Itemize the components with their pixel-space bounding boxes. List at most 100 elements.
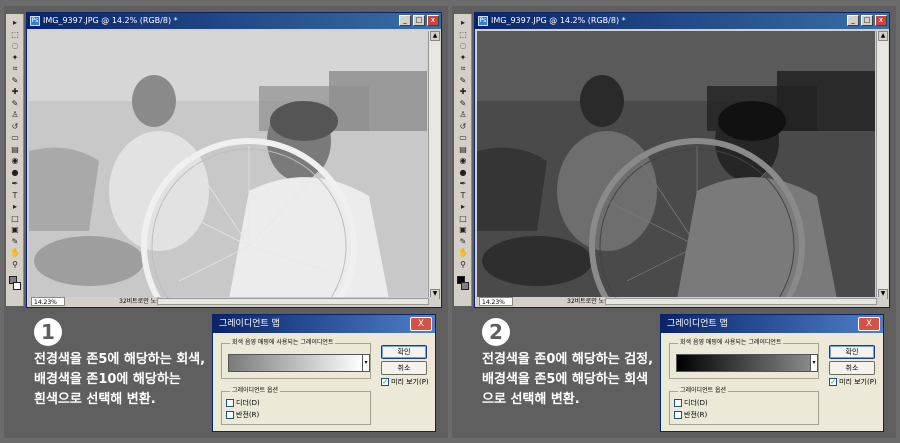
dither-checkbox[interactable] [674,399,682,407]
minimize-button[interactable]: _ [399,15,411,26]
panel-step-1: ▸ ⬚ ◌ ✦ ⌗ ✎ ✚ ✎ ♙ ↺ ▭ ▤ ◉ ● ✒ T ▸ □ ▣ ✎ ✋ ⚲ Ps IMG_9397.JPG @… [4,6,448,438]
background-color-swatch[interactable] [13,282,21,290]
hand-tool-icon[interactable]: ✋ [9,248,21,258]
zoom-level[interactable]: 14.23% [31,297,65,306]
lasso-tool-icon[interactable]: ◌ [9,41,21,51]
clone-stamp-tool-icon[interactable]: ♙ [457,110,469,120]
marquee-tool-icon[interactable]: ⬚ [9,30,21,40]
caption-line: 으로 선택해 변환. [482,392,580,407]
reverse-checkbox[interactable] [226,411,234,419]
cancel-button[interactable]: 취소 [829,361,875,375]
preview-option[interactable]: ✓ 미리 보기(P) [381,378,429,387]
gradient-dropdown-icon[interactable]: ▾ [810,354,818,372]
dialog-close-button[interactable]: X [858,317,880,331]
maximize-button[interactable]: □ [861,15,873,26]
magic-wand-tool-icon[interactable]: ✦ [9,53,21,63]
crop-tool-icon[interactable]: ⌗ [9,64,21,74]
dither-checkbox[interactable] [226,399,234,407]
blur-tool-icon[interactable]: ◉ [9,156,21,166]
close-button[interactable]: x [875,15,887,26]
crop-tool-icon[interactable]: ⌗ [457,64,469,74]
eyedropper2-tool-icon[interactable]: ✎ [9,237,21,247]
reverse-option[interactable]: 반전(R) [226,411,259,420]
reverse-checkbox[interactable] [674,411,682,419]
eyedropper-tool-icon[interactable]: ✎ [457,76,469,86]
eraser-tool-icon[interactable]: ▭ [9,133,21,143]
dialog-title-bar[interactable]: 그레이디언트 맵 X [661,315,883,333]
history-brush-tool-icon[interactable]: ↺ [457,122,469,132]
gradient-tool-icon[interactable]: ▤ [9,145,21,155]
gradient-dropdown-icon[interactable]: ▾ [362,354,370,372]
notes-tool-icon[interactable]: ▣ [9,225,21,235]
scroll-up-arrow-icon[interactable]: ▲ [430,31,440,41]
healing-brush-tool-icon[interactable]: ✚ [9,87,21,97]
gradient-group: 회색 음영 매핑에 사용되는 그레이디언트 ▾ [221,338,371,379]
path-selection-tool-icon[interactable]: ▸ [457,202,469,212]
pen-tool-icon[interactable]: ✒ [457,179,469,189]
step-number-badge: 2 [482,318,510,346]
notes-tool-icon[interactable]: ▣ [457,225,469,235]
brush-tool-icon[interactable]: ✎ [457,99,469,109]
dither-option[interactable]: 디더(D) [226,399,260,408]
history-brush-tool-icon[interactable]: ↺ [9,122,21,132]
maximize-button[interactable]: □ [413,15,425,26]
marquee-tool-icon[interactable]: ⬚ [457,30,469,40]
dodge-tool-icon[interactable]: ● [9,168,21,178]
caption-line: 배경색을 존10에 해당하는 [34,372,181,387]
horizontal-scrollbar[interactable] [605,298,877,305]
photo-image [29,31,427,299]
vertical-scrollbar[interactable]: ▲ ▼ [876,31,888,299]
shape-tool-icon[interactable]: □ [457,214,469,224]
window-title: IMG_9397.JPG @ 14.2% (RGB/8) * [43,16,178,25]
shape-tool-icon[interactable]: □ [9,214,21,224]
cancel-button[interactable]: 취소 [381,361,427,375]
move-tool-icon[interactable]: ▸ [457,18,469,28]
eyedropper-tool-icon[interactable]: ✎ [9,76,21,86]
ok-button[interactable]: 확인 [829,345,875,359]
minimize-button[interactable]: _ [847,15,859,26]
gradient-tool-icon[interactable]: ▤ [457,145,469,155]
hand-tool-icon[interactable]: ✋ [457,248,469,258]
reverse-option[interactable]: 반전(R) [674,411,707,420]
preview-checkbox[interactable]: ✓ [829,378,837,386]
pen-tool-icon[interactable]: ✒ [9,179,21,189]
photo-canvas[interactable] [29,31,427,299]
gradient-preview[interactable]: ▾ [228,354,370,372]
photoshop-document-window[interactable]: Ps IMG_9397.JPG @ 14.2% (RGB/8) * _ □ x [474,12,890,308]
scroll-up-arrow-icon[interactable]: ▲ [878,31,888,41]
horizontal-scrollbar[interactable] [157,298,429,305]
ok-button[interactable]: 확인 [381,345,427,359]
photo-canvas[interactable] [477,31,875,299]
preview-label: 미리 보기(P) [391,378,429,386]
magic-wand-tool-icon[interactable]: ✦ [457,53,469,63]
photoshop-document-window[interactable]: Ps IMG_9397.JPG @ 14.2% (RGB/8) * _ □ x [26,12,442,308]
eraser-tool-icon[interactable]: ▭ [457,133,469,143]
window-title-bar[interactable]: Ps IMG_9397.JPG @ 14.2% (RGB/8) * _ □ x [27,13,441,29]
dialog-title-bar[interactable]: 그레이디언트 맵 X [213,315,435,333]
gradient-preview[interactable]: ▾ [676,354,818,372]
zoom-tool-icon[interactable]: ⚲ [457,260,469,270]
lasso-tool-icon[interactable]: ◌ [457,41,469,51]
dither-option[interactable]: 디더(D) [674,399,708,408]
type-tool-icon[interactable]: T [9,191,21,201]
ps-document-icon: Ps [478,16,488,26]
vertical-scrollbar[interactable]: ▲ ▼ [428,31,440,299]
dialog-close-button[interactable]: X [410,317,432,331]
dodge-tool-icon[interactable]: ● [457,168,469,178]
type-tool-icon[interactable]: T [457,191,469,201]
preview-option[interactable]: ✓ 미리 보기(P) [829,378,877,387]
close-button[interactable]: x [427,15,439,26]
preview-checkbox[interactable]: ✓ [381,378,389,386]
healing-brush-tool-icon[interactable]: ✚ [457,87,469,97]
eyedropper2-tool-icon[interactable]: ✎ [457,237,469,247]
clone-stamp-tool-icon[interactable]: ♙ [9,110,21,120]
move-tool-icon[interactable]: ▸ [9,18,21,28]
zoom-tool-icon[interactable]: ⚲ [9,260,21,270]
brush-tool-icon[interactable]: ✎ [9,99,21,109]
reverse-label: 반전(R) [684,411,708,419]
path-selection-tool-icon[interactable]: ▸ [9,202,21,212]
zoom-level[interactable]: 14.23% [479,297,513,306]
blur-tool-icon[interactable]: ◉ [457,156,469,166]
background-color-swatch[interactable] [461,282,469,290]
window-title-bar[interactable]: Ps IMG_9397.JPG @ 14.2% (RGB/8) * _ □ x [475,13,889,29]
